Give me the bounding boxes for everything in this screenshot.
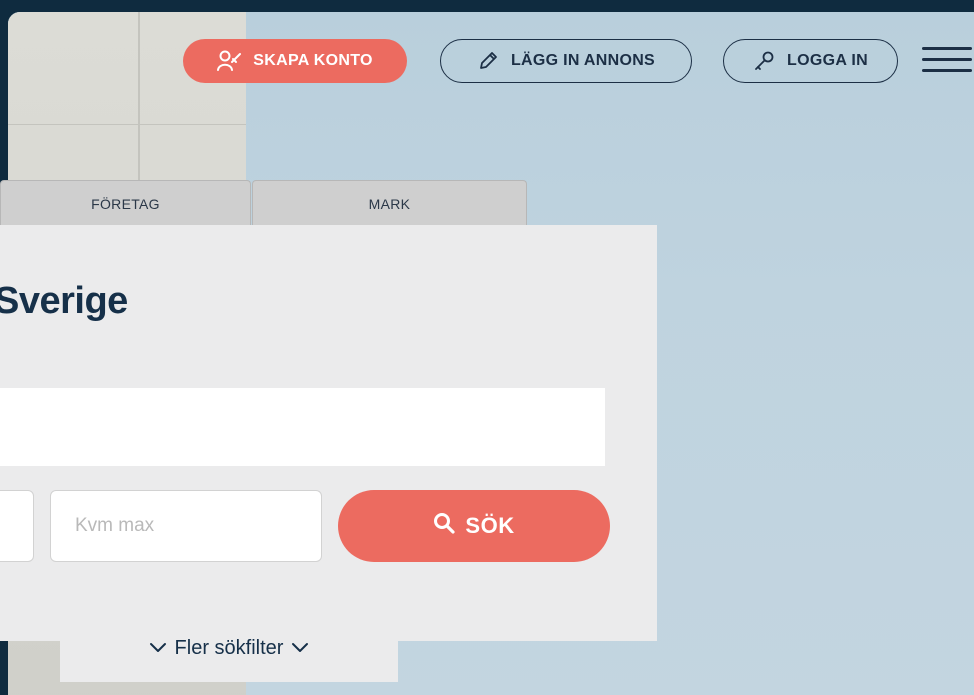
post-listing-label: LÄGG IN ANNONS (510, 52, 656, 69)
search-title: Sverige (0, 280, 128, 322)
kvm-min-input[interactable] (0, 490, 34, 562)
hamburger-icon[interactable] (922, 40, 972, 76)
location-input[interactable] (0, 388, 605, 466)
login-label: LOGGA IN (787, 52, 868, 69)
search-icon (433, 512, 456, 540)
tab-mark[interactable]: MARK (252, 180, 527, 226)
tab-foretag-label: FÖRETAG (91, 195, 160, 212)
user-plus-icon (217, 50, 242, 72)
tab-foretag[interactable]: FÖRETAG (0, 180, 251, 226)
more-filters-label: Fler sökfilter (174, 636, 284, 659)
kvm-max-input[interactable] (50, 490, 322, 562)
search-button-label: SÖK (465, 513, 515, 538)
search-button[interactable]: SÖK (338, 490, 610, 562)
chevron-down-icon (149, 637, 167, 660)
pencil-icon (477, 50, 499, 72)
create-account-button[interactable]: SKAPA KONTO (183, 39, 407, 83)
chevron-down-icon (291, 637, 309, 660)
create-account-label: SKAPA KONTO (253, 52, 373, 69)
tab-mark-label: MARK (368, 195, 411, 212)
login-button[interactable]: LOGGA IN (723, 39, 898, 83)
post-listing-button[interactable]: LÄGG IN ANNONS (440, 39, 692, 83)
key-icon (753, 50, 775, 72)
more-filters-toggle[interactable]: Fler sökfilter (60, 610, 398, 682)
page: SKAPA KONTO LÄGG IN ANNONS LOGGA IN FÖRE… (0, 0, 974, 695)
